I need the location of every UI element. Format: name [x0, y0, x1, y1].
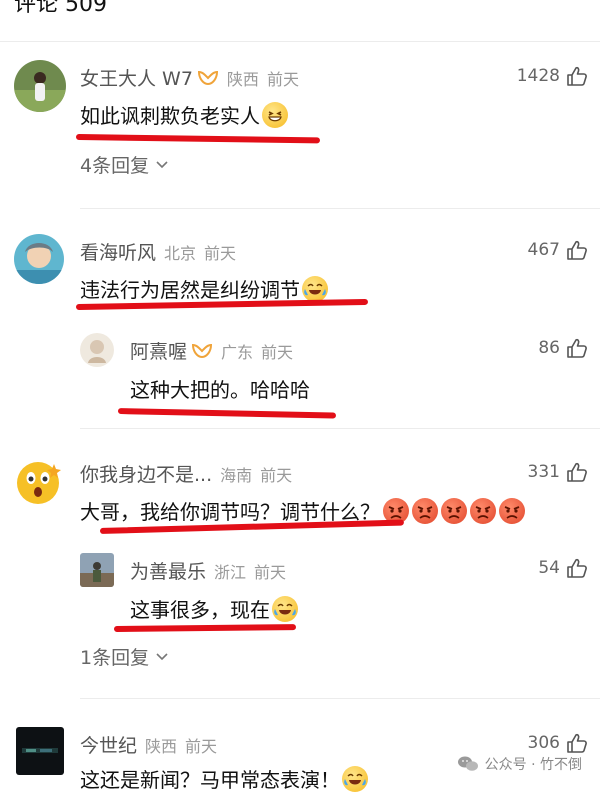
comment-divider	[80, 698, 600, 699]
comment-time: 前天	[266, 69, 299, 89]
comment-meta: 女王大人 W7 陕西 前天	[80, 64, 299, 91]
comment-text: 如此讽刺欺负老实人	[80, 100, 288, 129]
commenter-name[interactable]: 看海听风	[80, 238, 156, 265]
red-annotation-underline	[117, 408, 337, 419]
reply-text-content: 这种大把的。哈哈哈	[130, 378, 310, 402]
red-annotation-underline	[113, 624, 297, 632]
commenter-location: 北京	[164, 243, 197, 263]
angry-emoji-icon	[499, 497, 525, 524]
avatar[interactable]	[14, 234, 64, 284]
replies-count: 1条回复	[80, 647, 150, 669]
commenter-location: 陕西	[145, 736, 178, 756]
watermark-text: 公众号 · 竹不倒	[484, 757, 582, 773]
like-button[interactable]: 86	[538, 338, 588, 358]
laugh-cry-emoji-icon	[272, 595, 298, 622]
comment-time: 前天	[260, 465, 293, 485]
angry-emoji-icon	[470, 497, 496, 524]
like-count: 1428	[516, 66, 560, 86]
like-count: 306	[527, 733, 560, 753]
view-replies-button[interactable]: 4条回复	[80, 151, 169, 178]
reply-meta: 阿熹喔 广东 前天	[130, 337, 293, 364]
commenter-name[interactable]: 女王大人 W7	[80, 64, 193, 91]
comment-meta: 看海听风 北京 前天	[80, 238, 236, 265]
commenter-location: 海南	[220, 465, 253, 485]
chevron-down-icon	[155, 652, 169, 662]
reply-meta: 为善最乐 浙江 前天	[130, 557, 286, 584]
avatar[interactable]	[14, 456, 64, 506]
header-divider	[0, 41, 600, 42]
reply-time: 前天	[254, 562, 287, 582]
view-replies-button[interactable]: 1条回复	[80, 643, 169, 670]
wechat-watermark: 公众号 · 竹不倒	[457, 754, 582, 774]
comment-time: 前天	[185, 736, 218, 756]
comment-divider	[80, 428, 600, 429]
chevron-down-icon	[155, 160, 169, 170]
comment-text-content: 违法行为居然是纠纷调节	[80, 278, 300, 302]
comment-text-content: 如此讽刺欺负老实人	[80, 104, 260, 128]
replier-name[interactable]: 阿熹喔	[130, 337, 187, 364]
thumb-up-icon	[566, 462, 588, 482]
vip-badge-icon	[197, 69, 219, 87]
reply-time: 前天	[261, 342, 294, 362]
thumb-up-icon	[566, 558, 588, 578]
comment-meta: 你我身边不是... 海南 前天	[80, 460, 292, 487]
like-count: 54	[538, 558, 560, 578]
angry-emoji-icon	[441, 497, 467, 524]
comment-divider	[80, 208, 600, 209]
replier-name[interactable]: 为善最乐	[130, 557, 206, 584]
comment-text: 大哥，我给你调节吗？调节什么？	[80, 496, 525, 525]
angry-emoji-icon	[412, 497, 438, 524]
like-count: 331	[527, 462, 560, 482]
avatar[interactable]	[14, 60, 66, 112]
replier-location: 广东	[221, 342, 254, 362]
grin-emoji-icon	[262, 101, 288, 128]
comment-text-content: 这还是新闻？马甲常态表演！	[80, 768, 340, 792]
thumb-up-icon	[566, 66, 588, 86]
like-count: 467	[527, 240, 560, 260]
reply-text-content: 这事很多，现在	[130, 598, 270, 622]
thumb-up-icon	[566, 733, 588, 753]
like-count: 86	[538, 338, 560, 358]
comments-count-title: 评论 509	[14, 0, 107, 17]
like-button[interactable]: 54	[538, 558, 588, 578]
vip-badge-icon	[191, 342, 213, 360]
reply-text: 这种大把的。哈哈哈	[130, 374, 310, 403]
like-button[interactable]: 467	[528, 240, 588, 260]
comment-text: 违法行为居然是纠纷调节	[80, 274, 328, 303]
commenter-name[interactable]: 今世纪	[80, 731, 137, 758]
thumb-up-icon	[566, 240, 588, 260]
avatar[interactable]	[16, 727, 64, 775]
commenter-location: 陕西	[226, 69, 259, 89]
avatar[interactable]	[80, 333, 114, 367]
commenter-name[interactable]: 你我身边不是...	[80, 460, 212, 487]
comment-time: 前天	[204, 243, 237, 263]
wechat-icon	[457, 755, 479, 773]
like-button[interactable]: 1428	[517, 66, 588, 86]
comment-text: 这还是新闻？马甲常态表演！	[80, 764, 368, 793]
like-button[interactable]: 306	[528, 733, 588, 753]
replies-count: 4条回复	[80, 155, 150, 177]
like-button[interactable]: 331	[528, 462, 588, 482]
laugh-cry-emoji-icon	[302, 275, 328, 302]
reply-text: 这事很多，现在	[130, 594, 298, 623]
comment-meta: 今世纪 陕西 前天	[80, 731, 217, 758]
avatar[interactable]	[80, 553, 114, 587]
thumb-up-icon	[566, 338, 588, 358]
replier-location: 浙江	[214, 562, 247, 582]
red-annotation-underline	[75, 134, 321, 144]
